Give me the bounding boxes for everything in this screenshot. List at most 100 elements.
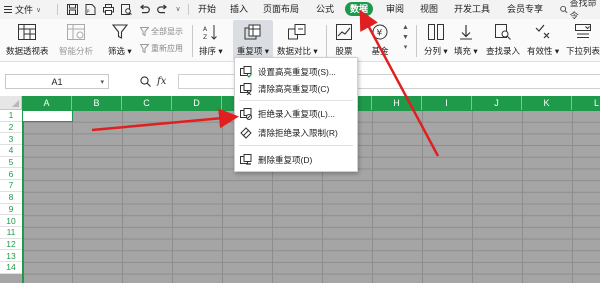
- column-header[interactable]: K: [522, 96, 572, 110]
- row-header[interactable]: 11: [0, 227, 22, 239]
- search-icon: [560, 5, 568, 14]
- row-header[interactable]: 2: [0, 122, 22, 134]
- tab-insert[interactable]: 插入: [230, 3, 248, 16]
- row-header[interactable]: 10: [0, 215, 22, 227]
- chevron-down-icon[interactable]: ∨: [172, 3, 184, 15]
- tab-home[interactable]: 开始: [198, 3, 216, 16]
- lookup-entry-label: 查找录入: [486, 46, 521, 56]
- split-column-label: 分列 ▾: [424, 46, 448, 56]
- filter-label: 筛选 ▾: [108, 46, 132, 56]
- data-compare-button[interactable]: 数据对比 ▾: [277, 22, 318, 57]
- column-header[interactable]: A: [22, 96, 72, 110]
- menu-item-clear-reject-restriction[interactable]: 清除拒绝录入限制(R): [235, 124, 359, 141]
- stocks-button[interactable]: 股票: [334, 22, 354, 57]
- column-header[interactable]: C: [122, 96, 172, 110]
- tab-review[interactable]: 审阅: [386, 3, 404, 16]
- command-search[interactable]: 查找命令: [560, 0, 600, 21]
- hamburger-icon: [4, 6, 12, 13]
- tab-view[interactable]: 视图: [420, 3, 438, 16]
- show-all-button[interactable]: 全部显示: [140, 26, 183, 37]
- sort-button[interactable]: AZ 排序 ▾: [199, 22, 223, 57]
- ribbon-scroll[interactable]: ▲ ▼ ▾: [402, 23, 409, 53]
- pivot-table-icon: [17, 22, 37, 42]
- svg-text:A: A: [203, 26, 208, 33]
- menu-item-delete-duplicates[interactable]: 删除重复项(D): [235, 151, 359, 168]
- undo-icon[interactable]: [138, 3, 150, 15]
- dropdown-list-icon: [573, 22, 593, 42]
- chevron-up-icon: ▲: [402, 24, 409, 31]
- sort-label: 排序 ▾: [199, 46, 223, 56]
- svg-text:¥: ¥: [377, 29, 383, 39]
- name-box[interactable]: A1 ▾: [5, 74, 109, 89]
- row-header[interactable]: 3: [0, 133, 22, 146]
- reapply-button[interactable]: 重新应用: [140, 43, 183, 54]
- clear-highlight-icon: [240, 82, 252, 95]
- split-column-icon: [426, 22, 446, 42]
- active-cell-a1[interactable]: [22, 110, 73, 122]
- divider: [326, 25, 327, 57]
- tab-page-layout[interactable]: 页面布局: [263, 3, 299, 16]
- menu-divider: [239, 100, 353, 101]
- smart-analysis-button[interactable]: 智能分析: [59, 22, 93, 57]
- fund-button[interactable]: ¥ 基金: [370, 22, 390, 57]
- save-icon[interactable]: [66, 3, 78, 15]
- print-icon[interactable]: [102, 3, 114, 15]
- pivot-table-button[interactable]: 数据透视表: [6, 22, 49, 57]
- filter-button[interactable]: 筛选 ▾: [108, 22, 132, 57]
- row-header[interactable]: 5: [0, 157, 22, 169]
- reapply-icon: [140, 44, 149, 53]
- tab-developer[interactable]: 开发工具: [454, 3, 490, 16]
- smart-analysis-label: 智能分析: [59, 46, 94, 56]
- menu-item-set-highlight-duplicates[interactable]: 设置高亮重复项(S)...: [235, 63, 359, 80]
- row-header[interactable]: 13: [0, 250, 22, 262]
- column-header[interactable]: D: [172, 96, 222, 110]
- lookup-entry-button[interactable]: 查找录入: [486, 22, 520, 57]
- column-header[interactable]: J: [472, 96, 522, 110]
- highlight-duplicates-icon: [240, 65, 252, 78]
- row-header[interactable]: 14: [0, 262, 22, 274]
- filter-funnel-icon: [110, 22, 130, 42]
- duplicates-icon: [243, 22, 263, 42]
- row-header[interactable]: 8: [0, 192, 22, 204]
- tab-data[interactable]: 数据: [345, 2, 374, 16]
- smart-analysis-icon: [66, 22, 86, 42]
- row-header[interactable]: 1: [0, 110, 22, 122]
- row-header[interactable]: 9: [0, 204, 22, 216]
- file-menu[interactable]: 文件 ∨: [4, 3, 41, 16]
- column-header[interactable]: B: [72, 96, 122, 110]
- dropdown-list-button[interactable]: 下拉列表: [566, 22, 600, 57]
- validity-button[interactable]: 有效性 ▾: [527, 22, 559, 57]
- zoom-search-icon[interactable]: [140, 76, 151, 87]
- menu-item-reject-duplicates[interactable]: 拒绝录入重复项(L)...: [235, 105, 359, 122]
- yen-coin-icon: ¥: [370, 22, 390, 42]
- export-pdf-icon[interactable]: P: [84, 3, 96, 15]
- tab-membership[interactable]: 会员专享: [507, 3, 543, 16]
- duplicates-button[interactable]: 重复项 ▾: [233, 20, 273, 60]
- redo-icon[interactable]: [156, 3, 168, 15]
- print-preview-icon[interactable]: [120, 3, 132, 15]
- menu-item-label: 设置高亮重复项(S)...: [258, 66, 336, 77]
- column-header[interactable]: L: [572, 96, 600, 110]
- data-compare-icon: [287, 22, 307, 42]
- row-header[interactable]: 4: [0, 145, 22, 157]
- reject-duplicates-icon: [240, 107, 252, 120]
- column-header[interactable]: I: [422, 96, 472, 110]
- lookup-entry-icon: [493, 22, 513, 42]
- column-header[interactable]: H: [372, 96, 422, 110]
- show-all-icon: [140, 27, 149, 36]
- split-column-button[interactable]: 分列 ▾: [424, 22, 448, 57]
- row-header[interactable]: 6: [0, 168, 22, 181]
- row-header[interactable]: 12: [0, 239, 22, 251]
- menu-item-clear-highlight-duplicates[interactable]: 清除高亮重复项(C): [235, 80, 359, 97]
- tab-formulas[interactable]: 公式: [316, 3, 334, 16]
- fill-button[interactable]: 填充 ▾: [454, 22, 478, 57]
- row-header[interactable]: 7: [0, 180, 22, 192]
- chevron-down-icon: ▾: [100, 78, 104, 86]
- fill-label: 填充 ▾: [454, 46, 478, 56]
- insert-function-button[interactable]: fx: [157, 76, 166, 87]
- row-headers: 1 2 3 4 5 6 7 8 9 10 11 12 13 14: [0, 110, 22, 274]
- select-all-corner[interactable]: [0, 96, 22, 110]
- stock-chart-icon: [334, 22, 354, 42]
- menu-item-label: 清除拒绝录入限制(R): [258, 127, 338, 138]
- menu-item-label: 清除高亮重复项(C): [258, 83, 330, 94]
